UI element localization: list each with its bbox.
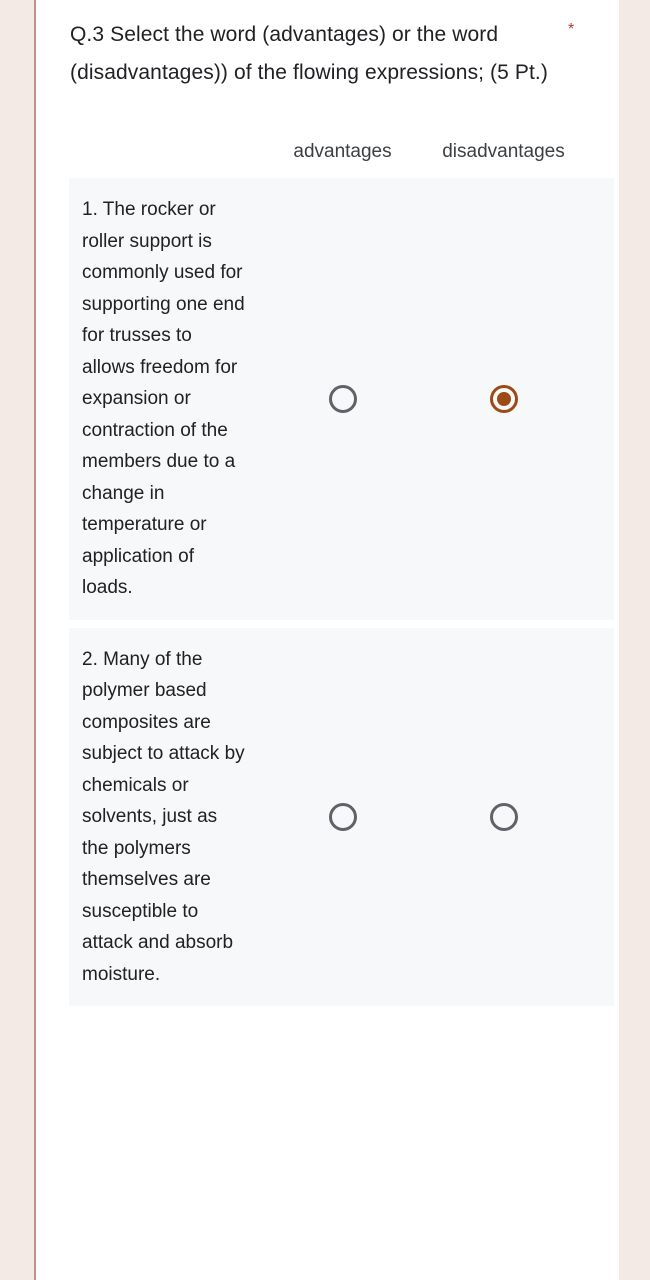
- row-label: 2. Many of the polymer based composites …: [82, 648, 245, 985]
- question-title: Q.3 Select the word (advantages) or the …: [70, 23, 548, 84]
- page-gutter-right: [619, 0, 650, 1280]
- row-label: 1. The rocker or roller support is commo…: [82, 199, 245, 598]
- required-asterisk-icon: *: [568, 21, 575, 38]
- radio-button-disadvantages[interactable]: [489, 384, 518, 413]
- question-header: Q.3 Select the word (advantages) or the …: [36, 0, 619, 92]
- grid-body: 1. The rocker or roller support is commo…: [36, 178, 619, 1006]
- page-gutter-left: [0, 0, 34, 1280]
- radio-button-advantages[interactable]: [328, 802, 357, 831]
- radio-cell-advantages[interactable]: [262, 802, 423, 831]
- column-header-advantages: advantages: [293, 141, 392, 162]
- radio-button-disadvantages[interactable]: [489, 802, 518, 831]
- grid-row: 2. Many of the polymer based composites …: [69, 627, 614, 1006]
- column-header-disadvantages: disadvantages: [442, 141, 565, 162]
- radio-button-advantages[interactable]: [328, 384, 357, 413]
- radio-cell-disadvantages[interactable]: [423, 802, 584, 831]
- grid-column-headers: advantages disadvantages: [36, 140, 619, 164]
- radio-cell-disadvantages[interactable]: [423, 384, 584, 413]
- grid-header-spacer: [69, 140, 262, 164]
- question-card: Q.3 Select the word (advantages) or the …: [36, 0, 619, 1280]
- radio-cell-advantages[interactable]: [262, 384, 423, 413]
- grid-row: 1. The rocker or roller support is commo…: [69, 178, 614, 620]
